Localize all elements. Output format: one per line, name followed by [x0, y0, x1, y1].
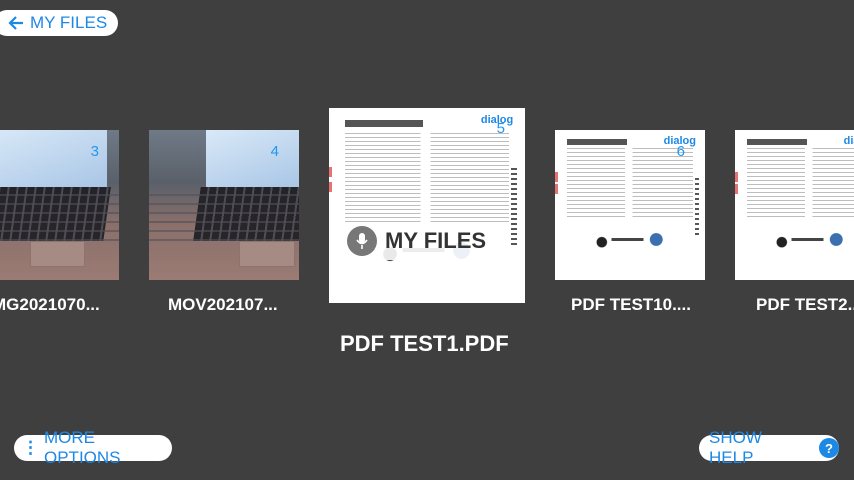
more-vertical-icon: ⋮ — [22, 438, 39, 457]
file-name: PDF TEST2... — [756, 295, 854, 314]
more-options-button[interactable]: ⋮ MORE OPTIONS — [14, 428, 172, 467]
microphone-icon — [347, 226, 377, 256]
show-help-button[interactable]: SHOW HELP ? — [699, 428, 839, 467]
selected-file-name: PDF TEST1.PDF — [340, 331, 509, 356]
file-thumbnail[interactable]: 3 — [0, 130, 119, 280]
voice-command-overlay[interactable]: MY FILES — [340, 222, 508, 260]
file-name: PDF TEST10.... — [571, 295, 691, 314]
file-name: MG2021070... — [0, 295, 100, 314]
file-number: 3 — [90, 143, 99, 160]
file-thumbnail-selected[interactable]: dialog 5 — [329, 108, 525, 303]
show-help-label: SHOW HELP — [709, 428, 762, 467]
pdf-preview: dialog — [735, 130, 854, 280]
pdf-preview: dialog — [329, 108, 525, 303]
back-label: MY FILES — [30, 13, 108, 32]
arrow-left-icon — [8, 16, 23, 30]
file-number: 6 — [676, 143, 685, 160]
file-name: MOV202107... — [168, 295, 278, 314]
file-thumbnail[interactable]: 4 — [149, 130, 299, 280]
more-options-label: MORE OPTIONS — [44, 428, 121, 467]
photo-preview — [0, 130, 119, 280]
back-to-my-files-button[interactable]: MY FILES — [0, 10, 118, 36]
file-number: 5 — [496, 120, 505, 137]
file-thumbnail[interactable]: dialog — [735, 130, 854, 280]
file-thumbnail[interactable]: dialog 6 — [555, 130, 705, 280]
file-number: 4 — [270, 143, 279, 160]
help-icon: ? — [819, 438, 839, 458]
voice-overlay-label: MY FILES — [385, 228, 487, 253]
